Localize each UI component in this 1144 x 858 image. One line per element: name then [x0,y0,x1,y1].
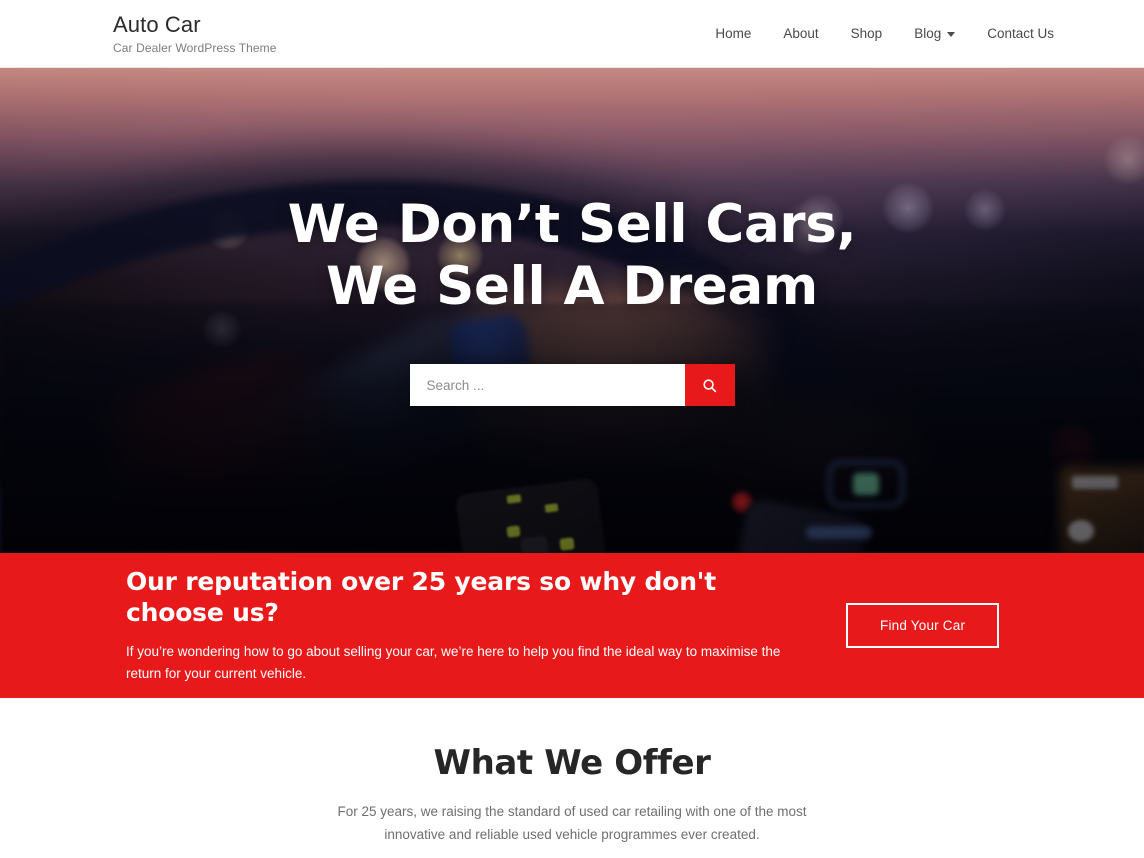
nav-item-label: About [783,25,819,41]
search-icon [703,378,717,392]
hero-title-line-1: We Don’t Sell Cars, [287,194,857,255]
cta-description: If you’re wondering how to go about sell… [126,644,781,682]
nav-item-contact-us[interactable]: Contact Us [971,27,1054,41]
cta-action-block: Find Your Car [846,603,1000,648]
site-header: Auto Car Car Dealer WordPress Theme Home… [0,0,1144,68]
offer-section-title: What We Offer [433,743,711,783]
hero-search-form [409,364,735,406]
primary-navigation: Home About Shop Blog Contact Us [699,27,1054,41]
hero-banner: We Don’t Sell Cars, We Sell A Dream [0,68,1144,553]
search-input[interactable] [409,364,685,406]
cta-title: Our reputation over 25 years so why don'… [126,566,716,628]
cta-banner: Our reputation over 25 years so why don'… [0,553,1144,698]
cta-text-block: Our reputation over 25 years so why don'… [126,566,846,685]
nav-item-about[interactable]: About [767,27,834,41]
search-submit-button[interactable] [684,364,735,406]
nav-item-shop[interactable]: Shop [835,27,899,41]
hero-title: We Don’t Sell Cars, We Sell A Dream [288,194,857,318]
nav-item-label: Blog [914,25,942,41]
site-tagline: Car Dealer WordPress Theme [113,40,277,55]
site-title[interactable]: Auto Car [113,12,277,38]
hero-title-line-2: We Sell A Dream [326,256,818,317]
nav-item-blog[interactable]: Blog [898,27,971,41]
site-branding[interactable]: Auto Car Car Dealer WordPress Theme [113,12,277,55]
nav-item-home[interactable]: Home [699,27,767,41]
nav-item-label: Contact Us [987,25,1054,41]
chevron-down-icon [947,32,956,37]
nav-item-label: Shop [850,25,883,41]
offer-section-subtitle: For 25 years, we raising the standard of… [337,804,807,843]
nav-item-label: Home [715,25,752,41]
what-we-offer-section: What We Offer For 25 years, we raising t… [0,698,1144,847]
hero-content: We Don’t Sell Cars, We Sell A Dream [0,68,1144,553]
find-your-car-button[interactable]: Find Your Car [846,603,1000,648]
